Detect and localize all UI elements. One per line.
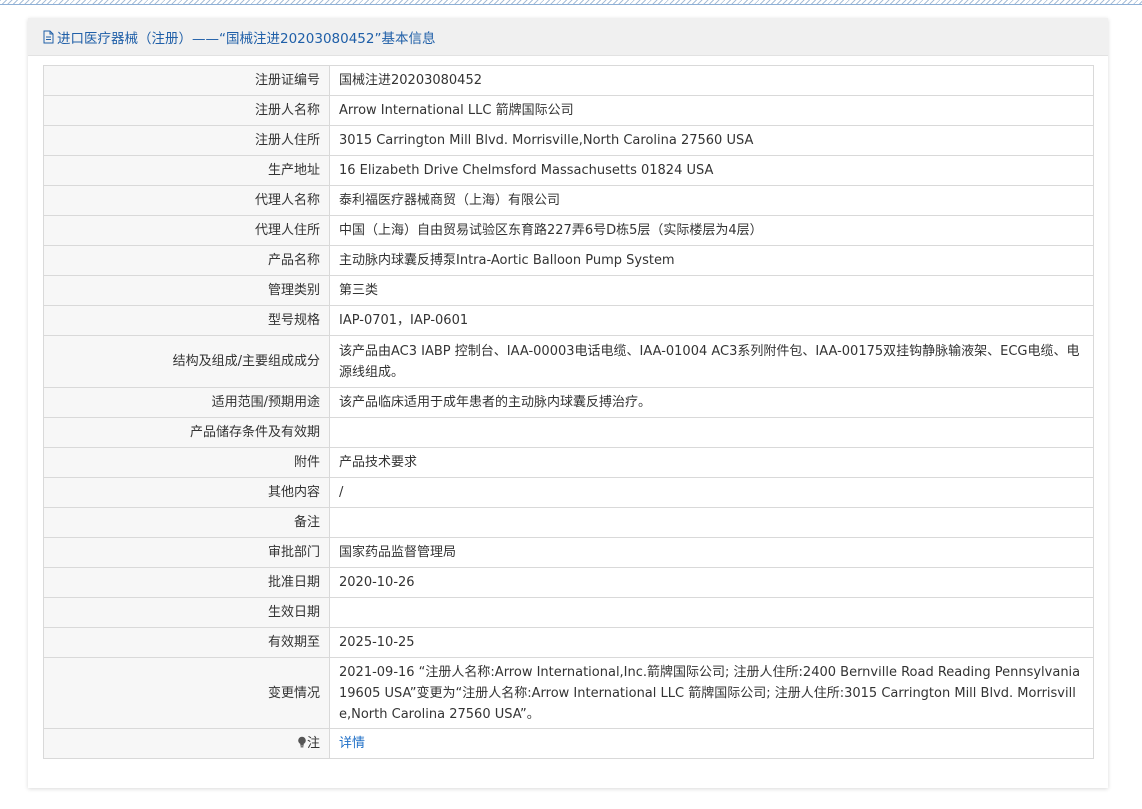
info-panel: 进口医疗器械（注册）——“国械注进20203080452”基本信息 注册证编号 … (28, 18, 1108, 788)
row-value: 2025-10-25 (329, 627, 1094, 658)
table-row-remarks: 备注 (43, 507, 1094, 538)
row-value: 第三类 (329, 275, 1094, 306)
row-value: 中国（上海）自由贸易试验区东育路227弄6号D栋5层（实际楼层为4层） (329, 215, 1094, 246)
table-row-model-spec: 型号规格 IAP-0701，IAP-0601 (43, 305, 1094, 336)
row-label: 其他内容 (43, 477, 330, 508)
table-row-registrant-name: 注册人名称 Arrow International LLC 箭牌国际公司 (43, 95, 1094, 126)
row-value: 泰利福医疗器械商贸（上海）有限公司 (329, 185, 1094, 216)
document-icon (43, 30, 54, 43)
row-label: 批准日期 (43, 567, 330, 598)
table-row-change-history: 变更情况 2021-09-16 “注册人名称:Arrow Internation… (43, 657, 1094, 729)
info-table: 注册证编号 国械注进20203080452 注册人名称 Arrow Intern… (43, 65, 1094, 759)
panel-header: 进口医疗器械（注册）——“国械注进20203080452”基本信息 (28, 18, 1108, 56)
row-label: 结构及组成/主要组成成分 (43, 335, 330, 388)
row-label: 管理类别 (43, 275, 330, 306)
table-row-valid-until: 有效期至 2025-10-25 (43, 627, 1094, 658)
row-value: IAP-0701，IAP-0601 (329, 305, 1094, 336)
details-link[interactable]: 详情 (339, 736, 365, 751)
row-value: 该产品临床适用于成年患者的主动脉内球囊反搏治疗。 (329, 387, 1094, 418)
table-row-product-name: 产品名称 主动脉内球囊反搏泵Intra-Aortic Balloon Pump … (43, 245, 1094, 276)
row-label: 产品储存条件及有效期 (43, 417, 330, 448)
table-row-production-address: 生产地址 16 Elizabeth Drive Chelmsford Massa… (43, 155, 1094, 186)
top-dashed-border (0, 0, 1142, 5)
table-row-agent-address: 代理人住所 中国（上海）自由贸易试验区东育路227弄6号D栋5层（实际楼层为4层… (43, 215, 1094, 246)
row-label: 附件 (43, 447, 330, 478)
row-value (329, 597, 1094, 628)
table-row-storage-conditions: 产品储存条件及有效期 (43, 417, 1094, 448)
row-value (329, 417, 1094, 448)
row-label: 注册证编号 (43, 65, 330, 96)
table-row-intended-use: 适用范围/预期用途 该产品临床适用于成年患者的主动脉内球囊反搏治疗。 (43, 387, 1094, 418)
row-value (329, 507, 1094, 538)
row-value: 国械注进20203080452 (329, 65, 1094, 96)
row-label: 生效日期 (43, 597, 330, 628)
table-row-other-content: 其他内容 / (43, 477, 1094, 508)
row-value: 3015 Carrington Mill Blvd. Morrisville,N… (329, 125, 1094, 156)
row-label: 注册人名称 (43, 95, 330, 126)
table-row-note: 注 详情 (43, 728, 1094, 759)
note-label-cell: 注 (43, 728, 330, 759)
table-row-approval-department: 审批部门 国家药品监督管理局 (43, 537, 1094, 568)
table-row-registration-number: 注册证编号 国械注进20203080452 (43, 65, 1094, 96)
table-row-agent-name: 代理人名称 泰利福医疗器械商贸（上海）有限公司 (43, 185, 1094, 216)
table-row-structure-composition: 结构及组成/主要组成成分 该产品由AC3 IABP 控制台、IAA-00003电… (43, 335, 1094, 388)
row-label: 产品名称 (43, 245, 330, 276)
table-row-management-category: 管理类别 第三类 (43, 275, 1094, 306)
row-label: 适用范围/预期用途 (43, 387, 330, 418)
row-value: 国家药品监督管理局 (329, 537, 1094, 568)
row-value: 16 Elizabeth Drive Chelmsford Massachuse… (329, 155, 1094, 186)
table-row-approval-date: 批准日期 2020-10-26 (43, 567, 1094, 598)
table-row-registrant-address: 注册人住所 3015 Carrington Mill Blvd. Morrisv… (43, 125, 1094, 156)
row-value: Arrow International LLC 箭牌国际公司 (329, 95, 1094, 126)
row-value: 该产品由AC3 IABP 控制台、IAA-00003电话电缆、IAA-01004… (329, 335, 1094, 388)
table-row-attachment: 附件 产品技术要求 (43, 447, 1094, 478)
row-label: 型号规格 (43, 305, 330, 336)
row-label: 代理人名称 (43, 185, 330, 216)
page-title: 进口医疗器械（注册）——“国械注进20203080452”基本信息 (57, 30, 436, 47)
row-value: 产品技术要求 (329, 447, 1094, 478)
row-label: 代理人住所 (43, 215, 330, 246)
row-label: 生产地址 (43, 155, 330, 186)
note-label: 注 (306, 736, 320, 751)
row-label: 变更情况 (43, 657, 330, 729)
row-value: 2021-09-16 “注册人名称:Arrow International,In… (329, 657, 1094, 729)
row-value: 2020-10-26 (329, 567, 1094, 598)
table-row-effective-date: 生效日期 (43, 597, 1094, 628)
row-value: / (329, 477, 1094, 508)
lightbulb-icon (298, 736, 306, 748)
row-label: 有效期至 (43, 627, 330, 658)
row-value: 主动脉内球囊反搏泵Intra-Aortic Balloon Pump Syste… (329, 245, 1094, 276)
row-label: 注册人住所 (43, 125, 330, 156)
row-label: 备注 (43, 507, 330, 538)
row-label: 审批部门 (43, 537, 330, 568)
note-value-cell: 详情 (329, 728, 1094, 759)
